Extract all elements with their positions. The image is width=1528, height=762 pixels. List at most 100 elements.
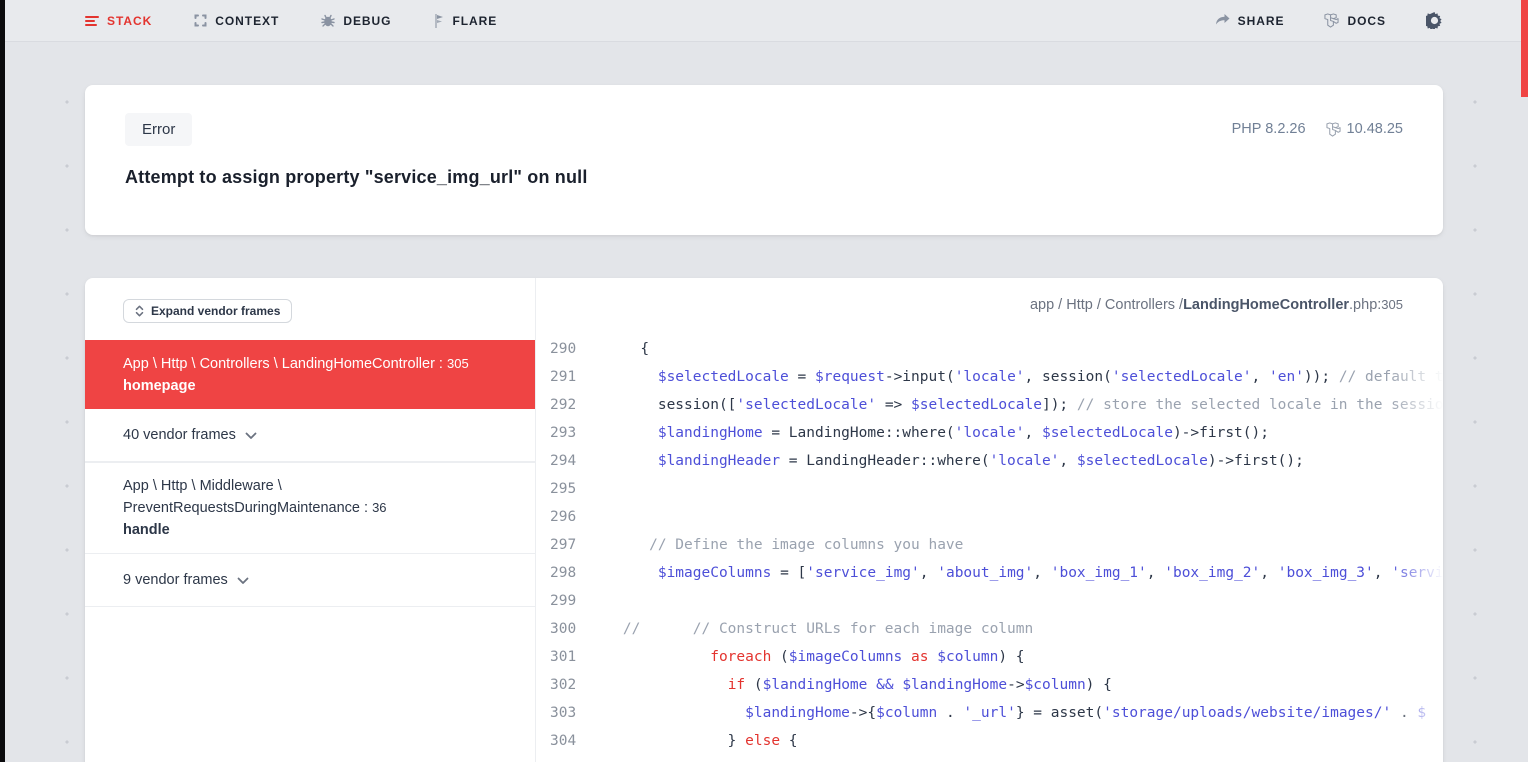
- line-number: 298: [550, 559, 580, 587]
- code-lines: 290 {291 $selectedLocale = $request->inp…: [536, 331, 1443, 755]
- page-background: Error Attempt to assign property "servic…: [5, 42, 1528, 762]
- stack-frame-middleware[interactable]: App \ Http \ Middleware \ PreventRequest…: [85, 462, 535, 554]
- code-line: 302 if ($landingHome && $landingHome->$c…: [536, 671, 1443, 699]
- line-source: if ($landingHome && $landingHome->$colum…: [588, 671, 1112, 699]
- code-line: 296: [536, 503, 1443, 531]
- tab-flare-label: FLARE: [452, 14, 497, 28]
- laravel-logo-icon: [1324, 13, 1339, 28]
- frame-method: homepage: [123, 378, 511, 394]
- line-source: $landingHeader = LandingHeader::where('l…: [588, 447, 1304, 475]
- docs-button[interactable]: DOCS: [1324, 13, 1386, 28]
- runtime-versions: PHP 8.2.26 10.48.25: [1232, 121, 1403, 137]
- line-number: 292: [550, 391, 580, 419]
- vendor-frames-group-9[interactable]: 9 vendor frames: [85, 554, 535, 607]
- line-number: 299: [550, 587, 580, 615]
- line-number: 297: [550, 531, 580, 559]
- code-line: 299: [536, 587, 1443, 615]
- chevron-down-icon: [237, 577, 249, 585]
- tab-stack-label: STACK: [107, 14, 152, 28]
- line-number: 301: [550, 643, 580, 671]
- top-nav: STACK CONTEXT DEBUG FLARE SHARE: [5, 0, 1528, 42]
- line-source: $landingHome->{$column . '_url'} = asset…: [588, 699, 1426, 727]
- framework-version: 10.48.25: [1326, 121, 1403, 137]
- vendor-frames-label: 9 vendor frames: [123, 572, 228, 588]
- frame-path: App \ Http \ Controllers \ LandingHomeCo…: [123, 353, 511, 375]
- code-line: 291 $selectedLocale = $request->input('l…: [536, 363, 1443, 391]
- stack-trace-card: Expand vendor frames App \ Http \ Contro…: [85, 278, 1443, 762]
- bug-icon: [321, 14, 335, 27]
- line-number: 300: [550, 615, 580, 643]
- laravel-logo-icon: [1326, 122, 1341, 137]
- frame-line-number: 305: [447, 356, 469, 371]
- breadcrumb-file-name: LandingHomeController: [1183, 297, 1349, 313]
- window-left-edge: [0, 0, 5, 762]
- expand-vendor-frames-button[interactable]: Expand vendor frames: [123, 299, 292, 323]
- nav-actions: SHARE DOCS: [1215, 12, 1443, 29]
- code-line: 290 {: [536, 335, 1443, 363]
- frames-toolbar: Expand vendor frames: [85, 278, 535, 340]
- error-message-title: Attempt to assign property "service_img_…: [125, 167, 1403, 188]
- line-source: $landingHome = LandingHome::where('local…: [588, 419, 1269, 447]
- code-line: 294 $landingHeader = LandingHeader::wher…: [536, 447, 1443, 475]
- share-button[interactable]: SHARE: [1215, 14, 1285, 28]
- code-snippet-pane: app / Http / Controllers / LandingHomeCo…: [535, 278, 1443, 762]
- line-source: } else {: [588, 727, 798, 755]
- frame-path: App \ Http \ Middleware \ PreventRequest…: [123, 476, 511, 519]
- stack-frame-active[interactable]: App \ Http \ Controllers \ LandingHomeCo…: [85, 340, 535, 409]
- stack-frames-pane: Expand vendor frames App \ Http \ Contro…: [85, 278, 535, 762]
- code-line: 300 // // Construct URLs for each image …: [536, 615, 1443, 643]
- frame-line-number: 36: [372, 500, 386, 515]
- error-summary-card: Error Attempt to assign property "servic…: [85, 85, 1443, 235]
- line-number: 295: [550, 475, 580, 503]
- share-label: SHARE: [1238, 14, 1285, 28]
- tab-context[interactable]: CONTEXT: [194, 14, 279, 28]
- line-number: 303: [550, 699, 580, 727]
- file-breadcrumb: app / Http / Controllers / LandingHomeCo…: [536, 278, 1443, 331]
- line-number: 296: [550, 503, 580, 531]
- code-line: 293 $landingHome = LandingHome::where('l…: [536, 419, 1443, 447]
- line-source: session(['selectedLocale' => $selectedLo…: [588, 391, 1443, 419]
- expand-collapse-icon: [135, 305, 144, 317]
- framework-version-number: 10.48.25: [1347, 121, 1403, 137]
- line-number: 302: [550, 671, 580, 699]
- code-line: 303 $landingHome->{$column . '_url'} = a…: [536, 699, 1443, 727]
- php-version: PHP 8.2.26: [1232, 121, 1306, 137]
- line-number: 304: [550, 727, 580, 755]
- share-arrow-icon: [1215, 14, 1230, 27]
- code-line: 301 foreach ($imageColumns as $column) {: [536, 643, 1443, 671]
- stack-lines-icon: [85, 15, 99, 27]
- tab-debug[interactable]: DEBUG: [321, 14, 391, 28]
- tab-context-label: CONTEXT: [215, 14, 279, 28]
- flare-flag-icon: [433, 14, 444, 28]
- code-line: 304 } else {: [536, 727, 1443, 755]
- line-source: $imageColumns = ['service_img', 'about_i…: [588, 559, 1443, 587]
- chevron-down-icon: [245, 432, 257, 440]
- line-number: 294: [550, 447, 580, 475]
- error-type-badge: Error: [125, 113, 192, 146]
- context-brackets-icon: [194, 14, 207, 27]
- line-number: 293: [550, 419, 580, 447]
- line-source: // // Construct URLs for each image colu…: [588, 615, 1033, 643]
- tab-debug-label: DEBUG: [343, 14, 391, 28]
- nav-tabs: STACK CONTEXT DEBUG FLARE: [85, 14, 497, 28]
- line-source: // Define the image columns you have: [588, 531, 963, 559]
- code-line: 297 // Define the image columns you have: [536, 531, 1443, 559]
- tab-flare[interactable]: FLARE: [433, 14, 497, 28]
- line-source: $selectedLocale = $request->input('local…: [588, 363, 1443, 391]
- settings-gear-icon[interactable]: [1426, 12, 1443, 29]
- code-line: 292 session(['selectedLocale' => $select…: [536, 391, 1443, 419]
- frame-method: handle: [123, 522, 511, 538]
- expand-vendor-frames-label: Expand vendor frames: [151, 304, 280, 318]
- code-line: 295: [536, 475, 1443, 503]
- line-number: 291: [550, 363, 580, 391]
- code-line: 298 $imageColumns = ['service_img', 'abo…: [536, 559, 1443, 587]
- vendor-frames-group-40[interactable]: 40 vendor frames: [85, 409, 535, 462]
- breadcrumb-line-number: 305: [1381, 297, 1403, 312]
- docs-label: DOCS: [1347, 14, 1386, 28]
- line-number: 290: [550, 335, 580, 363]
- page-scrollbar-thumb[interactable]: [1521, 0, 1528, 97]
- vendor-frames-label: 40 vendor frames: [123, 427, 236, 443]
- line-source: {: [588, 335, 649, 363]
- tab-stack[interactable]: STACK: [85, 14, 152, 28]
- line-source: foreach ($imageColumns as $column) {: [588, 643, 1025, 671]
